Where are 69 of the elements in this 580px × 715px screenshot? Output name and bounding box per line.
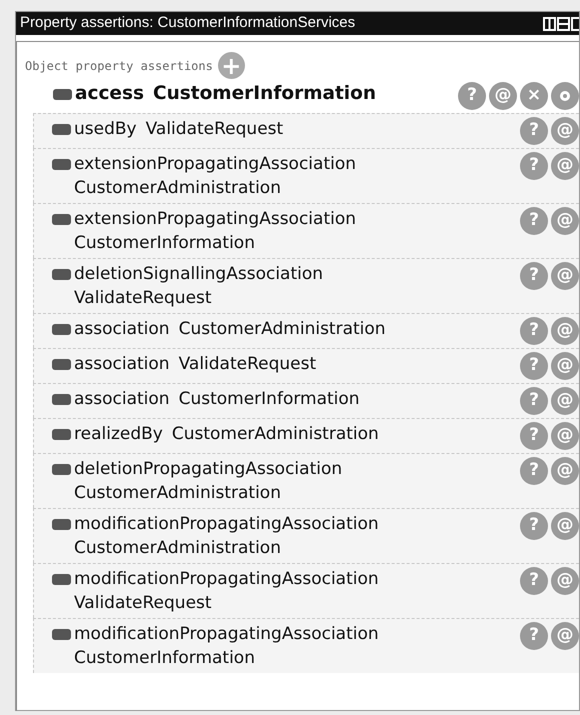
annotation-button[interactable]: @ xyxy=(551,262,579,290)
annotation-button[interactable]: @ xyxy=(551,117,579,145)
assertion-row[interactable]: deletionPropagatingAssociation CustomerAdministration ? @ xyxy=(33,453,579,508)
assertion-text: association CustomerAdministration xyxy=(74,318,387,341)
assertion-text: association CustomerInformation xyxy=(74,388,361,411)
annotation-button[interactable]: ? xyxy=(520,352,548,380)
assertion-row[interactable]: association CustomerAdministration ? @ xyxy=(33,313,579,348)
bullet-icon xyxy=(52,124,71,135)
assertion-text: realizedBy CustomerAdministration xyxy=(74,423,380,446)
assertion-row[interactable]: association ValidateRequest ? @ xyxy=(33,348,579,383)
assertion-text: modificationPropagatingAssociation CustomerAdministration xyxy=(74,513,380,560)
assertion-text: modificationPropagatingAssociation ValidateRequest xyxy=(74,568,380,615)
bullet-icon xyxy=(52,629,71,640)
bullet-icon xyxy=(52,429,71,440)
annotation-button[interactable]: ? xyxy=(520,567,548,595)
annotation-button[interactable]: ? xyxy=(458,82,486,110)
annotation-button[interactable]: ? xyxy=(520,387,548,415)
annotation-button[interactable]: @ xyxy=(551,457,579,485)
add-button[interactable]: + xyxy=(218,52,245,79)
bullet-icon xyxy=(52,159,71,170)
annotation-button[interactable]: ? xyxy=(520,262,548,290)
annotation-button[interactable]: @ xyxy=(551,422,579,450)
assertion-row[interactable]: extensionPropagatingAssociation CustomerAdministration ? @ xyxy=(33,148,579,203)
assertion-text: extensionPropagatingAssociation CustomerInformation xyxy=(74,208,358,255)
annotation-button[interactable]: ? xyxy=(520,152,548,180)
annotation-button[interactable]: @ xyxy=(489,82,517,110)
assertion-row[interactable]: modificationPropagatingAssociation CustomerInformation ? @ xyxy=(33,618,579,673)
annotation-button[interactable]: × xyxy=(520,82,548,110)
assertion-text: usedBy ValidateRequest xyxy=(74,118,284,141)
assertion-row[interactable]: extensionPropagatingAssociation CustomerInformation ? @ xyxy=(33,203,579,258)
assertion-row[interactable]: association CustomerInformation ? @ xyxy=(33,383,579,418)
assertion-text: access CustomerInformation xyxy=(75,82,378,106)
annotation-button[interactable]: @ xyxy=(551,152,579,180)
annotation-button[interactable]: @ xyxy=(551,387,579,415)
bullet-icon xyxy=(52,214,71,225)
annotation-button[interactable]: ? xyxy=(520,622,548,650)
assertion-row[interactable]: deletionSignallingAssociation ValidateRequest ? @ xyxy=(33,258,579,313)
annotation-button[interactable]: ? xyxy=(520,117,548,145)
bullet-icon xyxy=(52,519,71,530)
bullet-icon xyxy=(53,89,72,100)
annotation-button[interactable]: ? xyxy=(520,207,548,235)
annotation-button[interactable]: ? xyxy=(520,512,548,540)
assertion-row[interactable]: usedBy ValidateRequest ? @ xyxy=(33,113,579,148)
assertion-row[interactable]: realizedBy CustomerAdministration ? @ xyxy=(33,418,579,453)
bullet-icon xyxy=(52,269,71,280)
annotation-button[interactable]: @ xyxy=(551,567,579,595)
window-title: Property assertions: CustomerInformationServices xyxy=(20,13,356,34)
assertion-row[interactable]: modificationPropagatingAssociation CustomerAdministration ? @ xyxy=(33,508,579,563)
annotation-button[interactable]: @ xyxy=(551,512,579,540)
bullet-icon xyxy=(52,464,71,475)
bullet-icon xyxy=(52,359,71,370)
annotation-button[interactable]: ? xyxy=(520,422,548,450)
bullet-icon xyxy=(52,574,71,585)
annotation-button[interactable]: @ xyxy=(551,207,579,235)
annotation-button[interactable]: ? xyxy=(520,457,548,485)
assertion-text: extensionPropagatingAssociation CustomerAdministration xyxy=(74,153,358,200)
assertion-text: deletionSignallingAssociation ValidateRequest xyxy=(74,263,324,310)
annotation-button[interactable]: @ xyxy=(551,622,579,650)
bullet-icon xyxy=(52,324,71,335)
section-label: Object property assertions xyxy=(25,58,213,74)
bullet-icon xyxy=(52,394,71,405)
assertion-text: association ValidateRequest xyxy=(74,353,318,376)
annotation-button[interactable]: @ xyxy=(551,352,579,380)
annotation-button[interactable]: ? xyxy=(520,317,548,345)
assertion-text: modificationPropagatingAssociation CustomerInformation xyxy=(74,623,380,670)
header-row[interactable]: access CustomerInformation ? @ × xyxy=(17,79,579,113)
assertion-row[interactable]: modificationPropagatingAssociation ValidateRequest ? @ xyxy=(33,563,579,618)
assertion-text: deletionPropagatingAssociation CustomerAdministration xyxy=(74,458,344,505)
annotation-button[interactable]: @ xyxy=(551,317,579,345)
